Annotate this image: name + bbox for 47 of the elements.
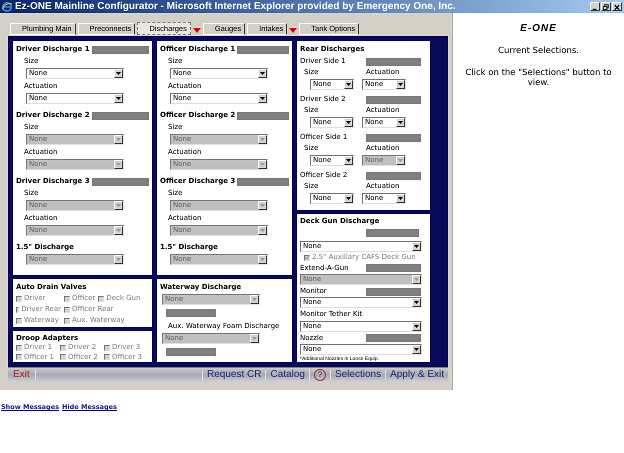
window-title: Ez-ONE Mainline Configurator - Microsoft Internet Explorer provided by Emergency One, Inc. [15, 2, 456, 12]
dropdown-arrow-icon [344, 156, 353, 165]
brand-logo: E-ONE [520, 24, 557, 34]
dropdown-arrow-icon [114, 160, 123, 169]
dropdown-arrow-icon [344, 118, 353, 127]
dropdown-arrow-icon [258, 160, 267, 169]
dropdown-arrow-icon [344, 80, 353, 89]
price-bar [366, 229, 419, 238]
dropdown-arrow-icon [258, 201, 267, 210]
panel-text: Click on the "Selections" button to view. [464, 68, 613, 88]
close-button[interactable] [612, 2, 622, 11]
dropdown-arrow-icon [412, 242, 421, 252]
dropdown-arrow-icon [114, 135, 123, 144]
price-bar [166, 348, 216, 356]
dropdown-arrow-icon [396, 194, 405, 203]
dropdown-arrow-icon [114, 201, 123, 210]
restore-button[interactable] [601, 2, 611, 11]
dropdown-arrow-icon [412, 298, 421, 308]
dropdown-arrow-icon [396, 156, 405, 165]
toolbar-link[interactable]: Request CR [202, 370, 266, 380]
dropdown-arrow-icon [258, 94, 267, 103]
dropdown-arrow-icon [250, 334, 259, 343]
dropdown-arrow-icon [258, 69, 267, 78]
price-bar [166, 309, 216, 317]
dropdown-arrow-icon [250, 295, 259, 304]
dropdown-arrow-icon [114, 69, 123, 78]
browser-icon [2, 2, 12, 12]
dropdown-arrow-icon [412, 344, 421, 354]
restore-icon [602, 2, 610, 10]
toolbar-link[interactable]: Selections [330, 370, 386, 380]
dropdown-arrow-icon [396, 80, 405, 89]
toolbar-link[interactable]: Apply & Exit [385, 370, 448, 380]
panel-title: Current Selections. [498, 47, 579, 56]
dropdown-arrow-icon [258, 255, 267, 264]
dropdown-arrow-icon [258, 135, 267, 144]
minimize-button[interactable] [590, 2, 600, 11]
dropdown-arrow-icon [114, 255, 123, 264]
dropdown-arrow-icon [344, 194, 353, 203]
dropdown-arrow-icon [114, 94, 123, 103]
dropdown-arrow-icon [412, 274, 421, 284]
close-icon [613, 2, 621, 10]
dropdown-arrow-icon [114, 226, 123, 235]
dropdown-arrow-icon [412, 322, 421, 331]
help-button[interactable]: ? [314, 369, 326, 381]
dropdown-arrow-icon [258, 226, 267, 235]
toolbar-link[interactable]: Catalog [265, 370, 309, 380]
dropdown-arrow-icon [396, 118, 405, 127]
